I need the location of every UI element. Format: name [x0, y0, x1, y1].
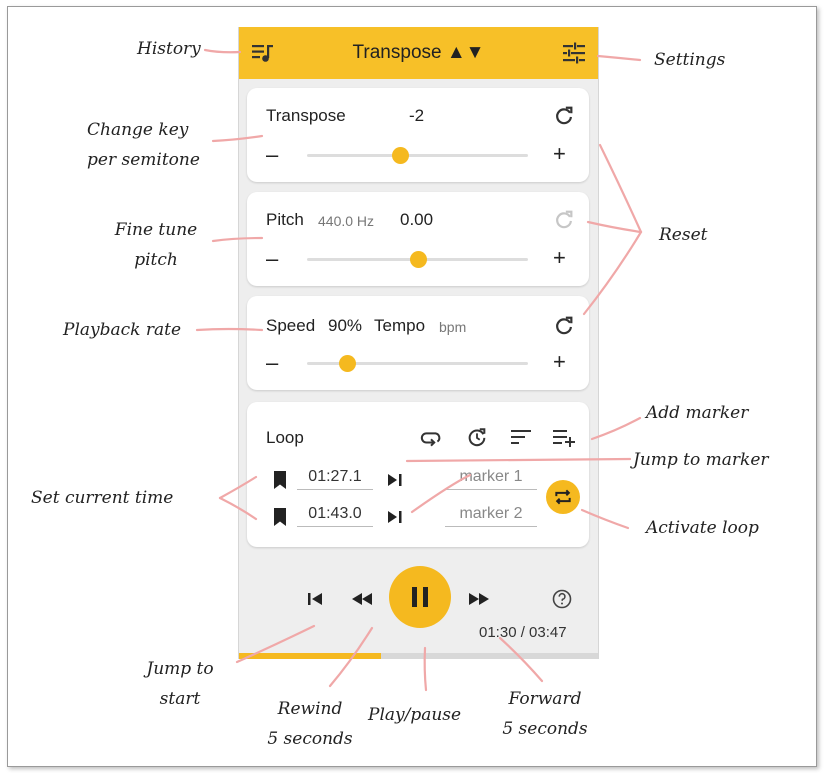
reset-icon[interactable]	[553, 105, 575, 127]
annotation-rewind: Rewind 5 seconds	[254, 694, 366, 754]
jump-icon[interactable]	[387, 510, 403, 524]
clock-icon[interactable]	[465, 425, 489, 449]
pitch-label: Pitch	[266, 210, 304, 229]
annotation-rewind-line2: 5 seconds	[267, 729, 353, 749]
progress-bar[interactable]	[239, 653, 598, 659]
activate-loop-button[interactable]	[546, 480, 580, 514]
annotation-set-current-time: Set current time	[31, 488, 174, 508]
annotation-fine-tune-line1: Fine tune	[114, 220, 198, 240]
annotation-fine-tune: Fine tune pitch	[108, 215, 204, 275]
slider-thumb[interactable]	[409, 251, 427, 268]
transpose-card: Transpose -2 – +	[247, 88, 589, 182]
loop-icon	[555, 489, 571, 505]
speed-slider[interactable]	[307, 355, 528, 372]
annotation-fine-tune-line2: pitch	[134, 250, 178, 270]
pitch-increase-button[interactable]: +	[553, 247, 566, 269]
annotation-forward: Forward 5 seconds	[490, 684, 600, 744]
speed-value: 90%	[328, 316, 363, 335]
loop-label: Loop	[266, 428, 304, 447]
page-title[interactable]: Transpose ▲▼	[353, 42, 485, 64]
annotation-playback-rate: Playback rate	[63, 320, 182, 340]
tempo-unit: bpm	[439, 319, 467, 335]
speed-card: Speed 90% Tempo bpm – +	[247, 296, 589, 390]
annotation-forward-line1: Forward	[508, 689, 582, 709]
app-window: Transpose ▲▼ Transpose -2 – + Pitch 440.…	[238, 27, 599, 659]
loop-icon[interactable]	[419, 425, 443, 449]
reset-icon[interactable]	[553, 315, 575, 337]
settings-icon[interactable]	[561, 40, 587, 66]
app-bar: Transpose ▲▼	[239, 27, 598, 79]
annotation-change-key: Change key per semitone	[87, 115, 200, 175]
bookmark-icon[interactable]	[273, 508, 287, 526]
annotation-jump-to-marker: Jump to marker	[633, 450, 769, 470]
loop-end-time[interactable]: 01:43.0	[297, 505, 373, 527]
skip-start-icon[interactable]	[305, 589, 325, 609]
marker-2-input[interactable]: marker 2	[445, 505, 537, 527]
speed-label: Speed	[266, 316, 316, 335]
pitch-value: 0.00	[400, 210, 434, 229]
transpose-slider[interactable]	[307, 147, 528, 164]
annotation-forward-line2: 5 seconds	[502, 719, 588, 739]
pause-icon	[412, 587, 428, 607]
speed-increase-button[interactable]: +	[553, 351, 566, 373]
pitch-reference: 440.0 Hz	[318, 213, 375, 229]
history-icon[interactable]	[250, 40, 276, 66]
annotation-activate-loop: Activate loop	[646, 518, 759, 538]
annotation-play-pause: Play/pause	[368, 705, 462, 725]
annotation-jump-to-start-line2: start	[159, 689, 201, 709]
jump-icon[interactable]	[387, 473, 403, 487]
progress-fill	[239, 653, 382, 659]
annotation-reset: Reset	[659, 225, 708, 245]
transpose-value: -2	[409, 106, 425, 125]
slider-thumb[interactable]	[338, 355, 356, 372]
annotation-add-marker: Add marker	[646, 403, 749, 423]
marker-1-input[interactable]: marker 1	[445, 468, 537, 490]
annotation-rewind-line1: Rewind	[277, 699, 343, 719]
add-marker-icon[interactable]	[552, 425, 576, 449]
help-icon[interactable]	[551, 588, 573, 610]
loop-start-time[interactable]: 01:27.1	[297, 468, 373, 490]
transpose-label: Transpose	[266, 106, 346, 125]
annotation-settings: Settings	[654, 50, 726, 70]
playback-time: 01:30 / 03:47	[479, 624, 567, 641]
annotation-history: History	[137, 39, 201, 59]
loop-card: Loop 01:27.1 marker 1 01:43.0 marker 2	[247, 402, 589, 547]
annotation-change-key-line2: per semitone	[87, 150, 200, 170]
pitch-slider[interactable]	[307, 251, 528, 268]
rewind-icon[interactable]	[350, 589, 374, 609]
annotation-change-key-line1: Change key	[87, 120, 189, 140]
annotation-jump-to-start-line1: Jump to	[146, 659, 214, 679]
bookmark-icon[interactable]	[273, 471, 287, 489]
annotation-jump-to-start: Jump to start	[130, 654, 230, 714]
sort-icon[interactable]	[509, 425, 533, 449]
speed-decrease-button[interactable]: –	[266, 352, 278, 374]
tempo-label: Tempo	[374, 316, 426, 335]
play-pause-button[interactable]	[389, 566, 451, 628]
pitch-card: Pitch 440.0 Hz 0.00 – +	[247, 192, 589, 286]
reset-icon[interactable]	[553, 209, 575, 231]
forward-icon[interactable]	[467, 589, 491, 609]
pitch-decrease-button[interactable]: –	[266, 248, 278, 270]
transpose-increase-button[interactable]: +	[553, 143, 566, 165]
transpose-decrease-button[interactable]: –	[266, 144, 278, 166]
slider-thumb[interactable]	[391, 147, 409, 164]
